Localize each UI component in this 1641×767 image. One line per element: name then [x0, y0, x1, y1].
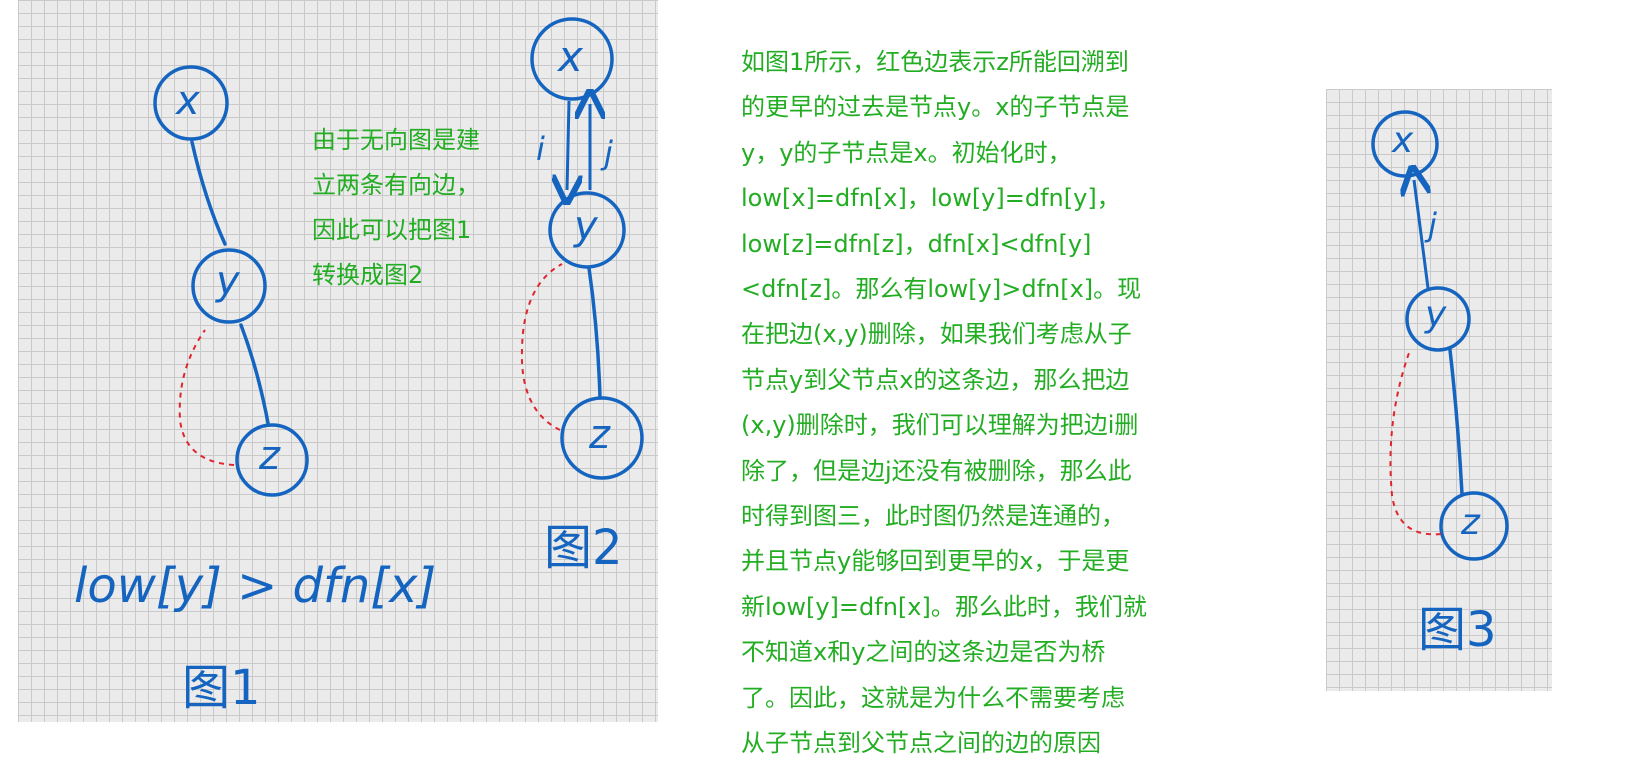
explanation-line: 并且节点y能够回到更早的x，于是更 [741, 547, 1130, 576]
fig1-caption: 图1 [182, 660, 261, 716]
explanation-line: y，y的子节点是x。初始化时， [741, 138, 1072, 167]
explanation-line: 节点y到父节点x的这条边，那么把边 [741, 365, 1130, 394]
explanation-line: low[x]=dfn[x]，low[y]=dfn[y]， [741, 184, 1121, 213]
note-line: 立两条有向边， [312, 171, 480, 199]
fig2-edge-i-down [567, 100, 569, 190]
explanation-line: 不知道x和y之间的这条边是否为桥 [741, 638, 1106, 667]
explanation-line: 的更早的过去是节点y。x的子节点是 [741, 93, 1130, 122]
fig1-formula: low[y] > dfn[x] [74, 558, 437, 614]
fig2-edge-label-j: j [604, 134, 613, 172]
fig1-back-edge-zy [178, 329, 235, 466]
figure3-graph [1371, 110, 1509, 561]
fig3-back-edge-zy [1389, 349, 1442, 536]
explanation-line: 新low[y]=dfn[x]。那么此时，我们就 [741, 592, 1147, 621]
fig2-caption: 图2 [544, 520, 623, 576]
explanation-line: <dfn[z]。那么有low[y]>dfn[x]。现 [741, 275, 1142, 304]
fig2-label-y: y [574, 203, 598, 249]
fig1-edge-xy [190, 140, 227, 246]
fig3-label-z: z [1461, 502, 1480, 543]
fig3-label-y: y [1425, 294, 1447, 335]
explanation-line: 在把边(x,y)删除，如果我们考虑从子 [741, 320, 1132, 349]
conversion-note: 由于无向图是建 立两条有向边， 因此可以把图1 转换成图2 [312, 118, 512, 298]
fig3-caption: 图3 [1418, 602, 1497, 658]
explanation-line: 了。因此，这就是为什么不需要考虑 [741, 683, 1125, 712]
fig2-label-z: z [589, 412, 610, 458]
explanation-line: 时得到图三，此时图仍然是连通的， [741, 502, 1125, 531]
explanation-text: 如图1所示，红色边表示z所能回溯到 的更早的过去是节点y。x的子节点是 y，y的… [741, 40, 1201, 767]
note-line: 因此可以把图1 [312, 216, 472, 244]
fig2-label-x: x [558, 32, 583, 81]
explanation-line: low[z]=dfn[z]，dfn[x]<dfn[y] [741, 229, 1092, 258]
fig2-edge-yz [587, 266, 602, 400]
fig1-label-x: x [176, 78, 200, 124]
fig1-edge-yz [239, 323, 270, 425]
note-line: 转换成图2 [312, 261, 424, 289]
fig2-back-edge-zy [520, 263, 563, 431]
fig2-edge-label-i: i [536, 130, 545, 168]
explanation-line: 除了，但是边j还没有被删除，那么此 [741, 456, 1132, 485]
fig3-edge-j-up [1414, 180, 1428, 289]
fig3-edge-yz [1448, 348, 1464, 496]
fig3-edge-label-j: j [1428, 206, 1437, 244]
explanation-line: 如图1所示，红色边表示z所能回溯到 [741, 48, 1129, 76]
fig1-label-z: z [259, 433, 280, 479]
note-line: 由于无向图是建 [312, 126, 480, 154]
fig3-label-x: x [1392, 120, 1414, 161]
explanation-line: 从子节点到父节点之间的边的原因 [741, 729, 1101, 758]
explanation-line: (x,y)删除时，我们可以理解为把边i删 [741, 411, 1139, 440]
fig1-label-y: y [216, 258, 240, 304]
